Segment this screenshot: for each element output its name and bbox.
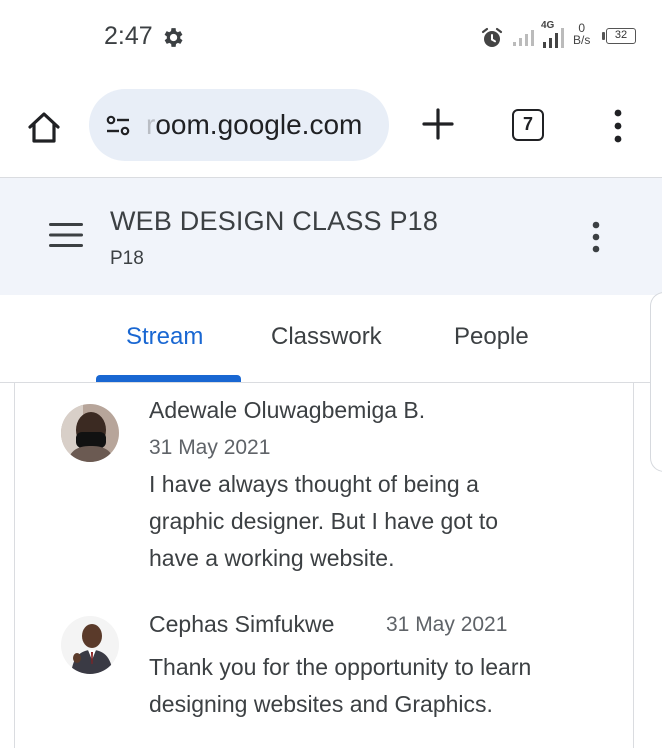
plus-icon[interactable] — [420, 106, 456, 142]
comment-text-line: graphic designer. But I have got to — [149, 508, 499, 534]
signal-icon — [513, 30, 534, 46]
avatar-image — [61, 404, 119, 462]
comment-text-line: have a working website. — [149, 545, 395, 571]
comments-list: Adewale Oluwagbemiga B. 31 May 2021 I ha… — [14, 383, 634, 748]
class-title: WEB DESIGN CLASS P18 — [110, 206, 439, 236]
comment-text-line: designing websites and Graphics. — [149, 691, 493, 717]
url-text[interactable]: room.google.com — [146, 109, 362, 141]
browser-toolbar: room.google.com 7 — [0, 76, 662, 176]
avatar-image — [61, 616, 119, 674]
active-tab-indicator — [96, 375, 241, 382]
url-text-faded: r — [146, 109, 156, 140]
address-bar[interactable]: room.google.com — [89, 89, 389, 161]
comment-text-line: Thank you for the opportunity to learn — [149, 654, 532, 680]
status-bar: 2:47 4G 0 B/s 32 — [0, 0, 662, 76]
comment-author: Cephas Simfukwe — [149, 611, 335, 637]
menu-icon[interactable] — [49, 222, 83, 248]
tune-icon[interactable] — [104, 112, 132, 140]
comment-text: I have always thought of being a graphic… — [149, 466, 498, 577]
avatar[interactable] — [61, 404, 119, 462]
signal-icon — [543, 28, 564, 48]
status-time: 2:47 — [104, 22, 153, 50]
home-icon[interactable] — [24, 108, 64, 148]
class-tabs: Stream Classwork People — [0, 295, 662, 383]
alarm-icon — [481, 27, 503, 47]
edge-panel-handle[interactable] — [650, 292, 662, 472]
battery-icon: 32 — [606, 28, 636, 44]
comment-author: Adewale Oluwagbemiga B. — [149, 397, 426, 423]
tab-classwork[interactable]: Classwork — [271, 323, 382, 351]
comment-text: Thank you for the opportunity to learn d… — [149, 649, 531, 723]
comment-date: 31 May 2021 — [386, 613, 508, 636]
comment-text-line: I have always thought of being a — [149, 471, 479, 497]
class-section: P18 — [110, 248, 144, 269]
more-vert-icon[interactable] — [590, 220, 602, 254]
battery-tip — [602, 32, 605, 40]
more-vert-icon[interactable] — [612, 108, 624, 144]
net-speed-unit: B/s — [573, 33, 591, 47]
net-speed: 0 B/s — [573, 22, 590, 46]
comment-date: 31 May 2021 — [149, 436, 271, 459]
tab-people[interactable]: People — [454, 323, 529, 351]
tab-switcher-button[interactable]: 7 — [512, 109, 544, 141]
gear-icon — [164, 28, 183, 47]
url-text-domain: oom.google.com — [155, 109, 363, 140]
class-header: WEB DESIGN CLASS P18 P18 — [0, 177, 662, 296]
tab-stream[interactable]: Stream — [126, 323, 203, 351]
avatar[interactable] — [61, 616, 119, 674]
